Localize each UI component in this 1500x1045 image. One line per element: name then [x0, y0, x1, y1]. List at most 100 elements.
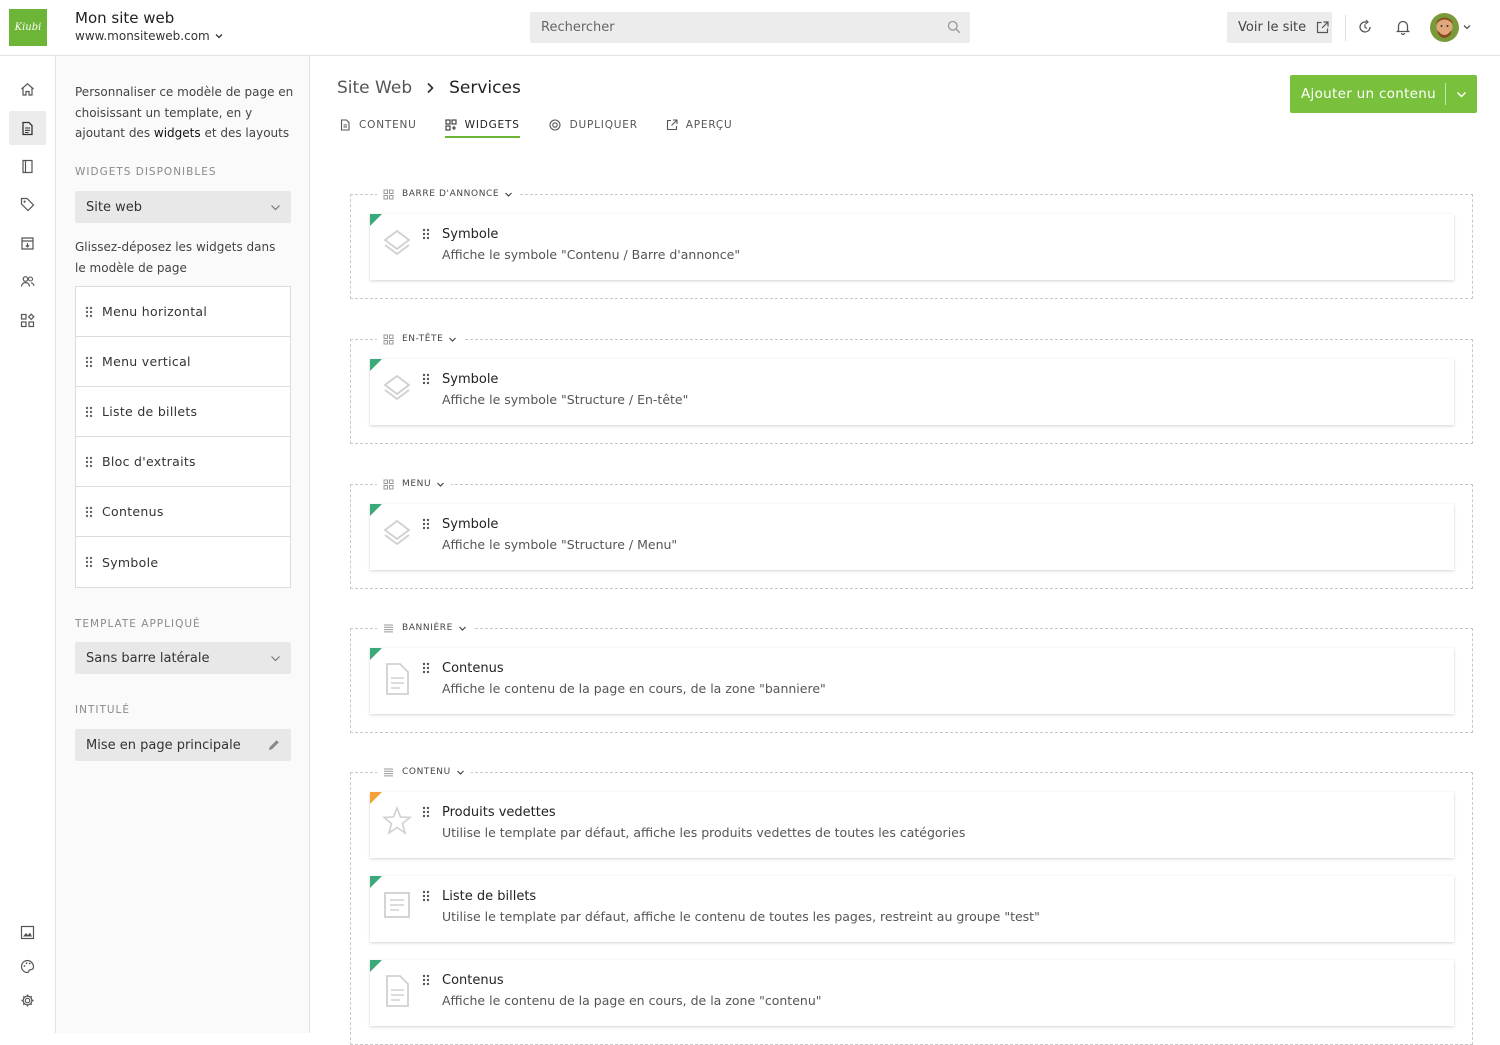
template-select[interactable]: Sans barre latérale — [75, 642, 291, 674]
widget-item[interactable]: Symbole — [76, 537, 290, 587]
user-avatar[interactable] — [1430, 13, 1459, 42]
nav-media[interactable] — [9, 915, 46, 949]
document-icon — [382, 662, 412, 696]
drag-hint: Glissez-déposez les widgets dans le modè… — [75, 240, 276, 275]
zone-header[interactable]: BARRE D'ANNONCE — [377, 186, 520, 202]
card-drag-handle[interactable] — [422, 228, 430, 240]
widget-card[interactable]: Liste de billets Utilise le template par … — [370, 876, 1454, 942]
card-drag-handle[interactable] — [422, 662, 430, 674]
card-drag-handle[interactable] — [422, 518, 430, 530]
card-drag-handle[interactable] — [422, 890, 430, 902]
tab-duplicate[interactable]: DUPLIQUER — [548, 112, 638, 138]
widget-item[interactable]: Menu vertical — [76, 337, 290, 387]
card-drag-handle[interactable] — [422, 806, 430, 818]
zone-header[interactable]: EN-TÊTE — [377, 331, 464, 347]
card-drag-handle[interactable] — [422, 373, 430, 385]
tab-widgets[interactable]: WIDGETS — [444, 112, 520, 138]
nav-blog[interactable] — [9, 149, 46, 183]
search-icon[interactable] — [947, 20, 961, 34]
search-input[interactable] — [530, 12, 930, 43]
zone-toggle[interactable] — [436, 480, 445, 489]
gear-icon — [21, 994, 34, 1006]
zone-toggle[interactable] — [456, 768, 465, 777]
nav-home[interactable] — [9, 72, 46, 106]
widget-item[interactable]: Liste de billets — [76, 387, 290, 437]
chevron-down-icon — [505, 192, 513, 197]
drag-handle-icon[interactable] — [422, 662, 430, 674]
zone-header[interactable]: BANNIÈRE — [377, 620, 473, 636]
layout-zone: BANNIÈRE Contenus Affiche le contenu de la… — [350, 620, 1473, 733]
card-drag-handle[interactable] — [422, 974, 430, 986]
widget-description: Affiche le symbole "Contenu / Barre d'an… — [442, 247, 741, 262]
nav-themes[interactable] — [9, 949, 46, 983]
history-icon[interactable] — [1357, 19, 1373, 35]
widget-card[interactable]: Symbole Affiche le symbole "Contenu / Bar… — [370, 214, 1454, 280]
chevron-down-icon — [215, 34, 223, 39]
nav-catalog[interactable] — [9, 187, 46, 221]
widget-card[interactable]: Symbole Affiche le symbole "Structure / M… — [370, 504, 1454, 570]
zone-header[interactable]: MENU — [377, 476, 452, 492]
widget-item[interactable]: Contenus — [76, 487, 290, 537]
widget-item[interactable]: Menu horizontal — [76, 287, 290, 337]
chevron-down-icon — [458, 626, 466, 631]
nav-orders[interactable] — [9, 226, 46, 260]
widget-title: Contenus — [442, 973, 504, 988]
toolbar-divider — [1345, 15, 1346, 41]
box-icon — [21, 236, 34, 250]
drag-handle-icon[interactable] — [422, 518, 430, 530]
external-link-icon — [1317, 21, 1329, 34]
nav-pages[interactable] — [9, 111, 46, 145]
drag-handle-icon[interactable] — [422, 974, 430, 986]
widgets-source-select[interactable]: Site web — [75, 191, 291, 223]
widget-item[interactable]: Bloc d'extraits — [76, 437, 290, 487]
breadcrumb-current: Services — [449, 78, 521, 98]
template-label: TEMPLATE APPLIQUÉ — [75, 618, 201, 630]
tab-content[interactable]: CONTENU — [339, 112, 417, 138]
status-marker — [370, 214, 382, 226]
chevron-down-icon[interactable] — [1462, 22, 1472, 32]
widget-title: Symbole — [442, 227, 499, 242]
add-content-button[interactable]: Ajouter un contenu — [1290, 75, 1477, 113]
widget-description: Affiche le contenu de la page en cours, … — [442, 681, 826, 696]
view-site-button[interactable]: Voir le site — [1227, 12, 1332, 43]
chevron-right-icon — [427, 82, 434, 94]
zone-toggle[interactable] — [448, 335, 457, 344]
tab-label: DUPLIQUER — [569, 119, 638, 131]
status-marker — [370, 359, 382, 371]
nav-modules[interactable] — [9, 303, 46, 337]
site-url-switcher[interactable]: www.monsiteweb.com — [75, 29, 224, 43]
users-icon — [20, 275, 35, 287]
widget-card[interactable]: Contenus Affiche le contenu de la page en… — [370, 960, 1454, 1026]
layout-title-field[interactable]: Mise en page principale — [75, 729, 291, 761]
drag-handle-icon[interactable] — [422, 373, 430, 385]
breadcrumb-parent[interactable]: Site Web — [337, 78, 412, 98]
zone-toggle[interactable] — [504, 190, 513, 199]
tag-icon — [20, 197, 35, 211]
pencil-icon[interactable] — [267, 738, 281, 752]
widgets-available-label: WIDGETS DISPONIBLES — [75, 166, 217, 178]
drag-handle-icon[interactable] — [422, 890, 430, 902]
zone-header[interactable]: CONTENU — [377, 764, 471, 780]
grid-icon — [383, 189, 394, 200]
zone-label: BARRE D'ANNONCE — [402, 189, 500, 199]
bell-icon[interactable] — [1395, 19, 1411, 35]
document-icon — [22, 121, 33, 135]
drag-handle-icon[interactable] — [422, 806, 430, 818]
add-content-dropdown[interactable] — [1446, 89, 1477, 100]
zone-toggle[interactable] — [458, 624, 467, 633]
status-marker — [370, 504, 382, 516]
drag-handle-icon — [85, 556, 93, 568]
duplicate-icon — [549, 119, 561, 131]
nav-members[interactable] — [9, 264, 46, 298]
kiubi-logo[interactable]: Kiubi — [9, 9, 47, 46]
tab-preview[interactable]: APERÇU — [666, 112, 733, 138]
layout-zone: EN-TÊTE Symbole Affiche le symbole "Struct… — [350, 331, 1473, 444]
nav-settings[interactable] — [9, 983, 46, 1017]
document-icon — [340, 119, 350, 131]
widgets-panel: Personnaliser ce modèle de page en chois… — [56, 56, 310, 1033]
drag-handle-icon[interactable] — [422, 228, 430, 240]
widget-card[interactable]: Produits vedettes Utilise le template par… — [370, 792, 1454, 858]
layout-zone: BARRE D'ANNONCE Symbole Affiche le symbole… — [350, 186, 1473, 299]
widget-card[interactable]: Contenus Affiche le contenu de la page en… — [370, 648, 1454, 714]
widget-card[interactable]: Symbole Affiche le symbole "Structure / E… — [370, 359, 1454, 425]
